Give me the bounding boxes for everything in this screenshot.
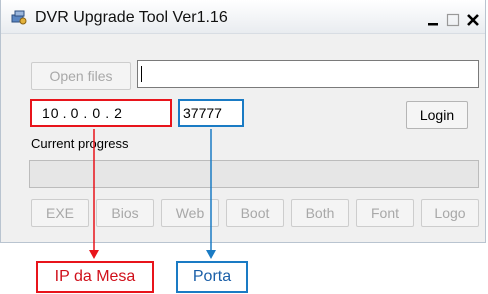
ip-callout: IP da Mesa bbox=[36, 261, 154, 293]
annotation-arrows bbox=[89, 129, 216, 259]
ip-arrowhead bbox=[89, 250, 99, 259]
port-callout: Porta bbox=[176, 261, 248, 293]
port-arrowhead bbox=[206, 250, 216, 259]
